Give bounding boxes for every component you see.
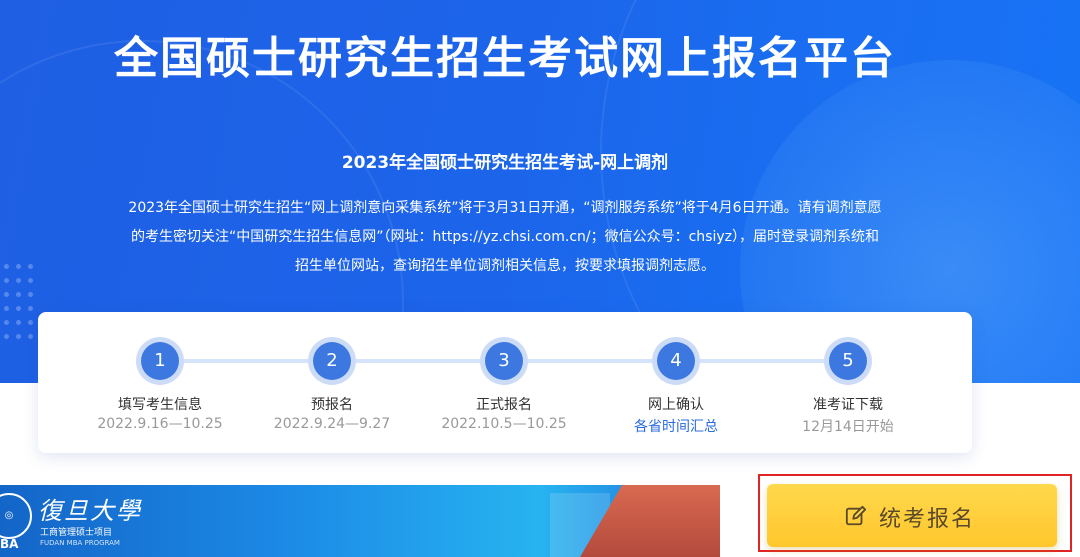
- step-connector: [524, 359, 662, 363]
- hero-dots: [0, 260, 40, 380]
- fudan-seal-icon: ◎: [0, 493, 32, 539]
- step-name: 预报名: [311, 397, 353, 413]
- step-number-badge: 5: [829, 342, 867, 380]
- step-name: 正式报名: [476, 397, 532, 413]
- step-name: 填写考生信息: [118, 397, 202, 413]
- step-name: 网上确认: [648, 397, 704, 413]
- notice-line: 招生单位网站，查询招生单位调剂相关信息，按要求填报调剂志愿。: [295, 258, 715, 274]
- mba-text: BA: [0, 537, 19, 551]
- unified-exam-register-button[interactable]: 统考报名: [767, 484, 1057, 547]
- logo-subtitle: 工商管理硕士项目: [40, 528, 113, 538]
- step-number-badge: 2: [313, 342, 351, 380]
- step-date: 2022.10.5—10.25: [441, 416, 567, 432]
- fudan-mba-ad-banner[interactable]: ◎ 復旦大學 工商管理硕士项目 FUDAN MBA PROGRAM BA: [0, 485, 720, 557]
- notice-line: 2023年全国硕士研究生招生“网上调剂意向采集系统”将于3月31日开通，“调剂服…: [128, 200, 882, 216]
- step-connector: [696, 359, 834, 363]
- registration-steps-panel: 1 填写考生信息 2022.9.16—10.25 2 预报名 2022.9.24…: [38, 312, 972, 453]
- step-date: 2022.9.24—9.27: [273, 416, 391, 432]
- register-button-label: 统考报名: [879, 507, 976, 532]
- step-date: 12月14日开始: [802, 419, 894, 435]
- logo-english: FUDAN MBA PROGRAM: [40, 539, 120, 547]
- step-connector: [180, 359, 318, 363]
- step-name: 准考证下载: [813, 397, 883, 413]
- province-schedule-link[interactable]: 各省时间汇总: [591, 416, 761, 436]
- step-number-badge: 4: [657, 342, 695, 380]
- fudan-logo-text: 復旦大學: [38, 497, 142, 525]
- step-number-badge: 1: [141, 342, 179, 380]
- page-title: 全国硕士研究生招生考试网上报名平台: [114, 33, 896, 84]
- section-subtitle: 2023年全国硕士研究生招生考试-网上调剂: [341, 153, 669, 173]
- edit-icon: [845, 505, 867, 526]
- notice-text: 2023年全国硕士研究生招生“网上调剂意向采集系统”将于3月31日开通，“调剂服…: [85, 194, 925, 281]
- step-connector: [352, 359, 490, 363]
- step-number-badge: 3: [485, 342, 523, 380]
- step-date: 2022.9.16—10.25: [97, 416, 223, 432]
- notice-line: 的考生密切关注“中国研究生招生信息网”（网址：https://yz.chsi.c…: [131, 229, 879, 245]
